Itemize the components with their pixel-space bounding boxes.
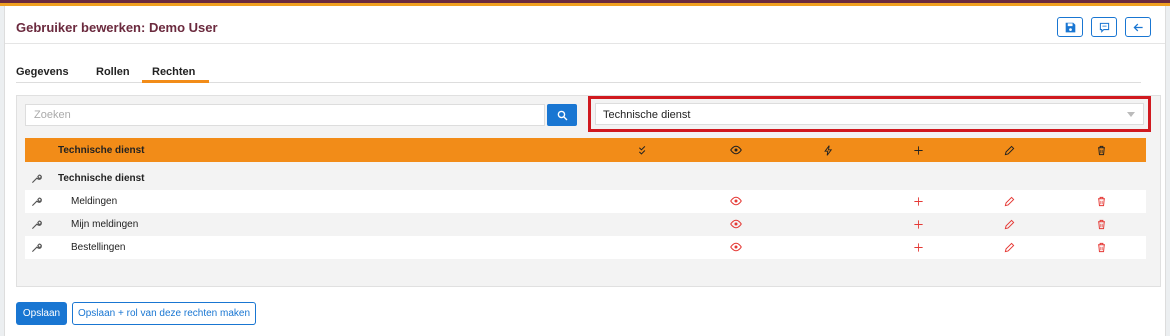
- module-select[interactable]: Technische dienst: [595, 103, 1144, 125]
- eye-icon[interactable]: [730, 218, 742, 230]
- trash-icon[interactable]: [1095, 218, 1107, 230]
- trash-icon[interactable]: [1095, 241, 1107, 253]
- row-label: Bestellingen: [71, 242, 126, 253]
- permissions-panel: Zoeken Technische dienst Technische dien…: [16, 95, 1161, 287]
- trash-icon[interactable]: [1095, 144, 1107, 156]
- back-arrow-icon: [1132, 23, 1143, 31]
- comment-icon: [1099, 22, 1109, 33]
- pencil-icon[interactable]: [1003, 144, 1015, 156]
- card-header: Gebruiker bewerken: Demo User: [5, 6, 1165, 44]
- row-label: Mijn meldingen: [71, 219, 139, 230]
- search-input[interactable]: Zoeken: [25, 104, 545, 126]
- bolt-icon[interactable]: [822, 144, 834, 156]
- pencil-icon[interactable]: [1003, 218, 1015, 230]
- wrench-icon: [30, 218, 42, 230]
- edit-user-card: Gebruiker bewerken: Demo User Gegevens R…: [4, 6, 1166, 336]
- table-header-label: Technische dienst: [58, 145, 145, 156]
- back-header-button[interactable]: [1125, 17, 1151, 37]
- group-label: Technische dienst: [58, 173, 145, 184]
- chevron-down-icon: [1127, 112, 1135, 117]
- page-title: Gebruiker bewerken: Demo User: [16, 20, 218, 35]
- save-icon: [1065, 22, 1075, 32]
- save-button[interactable]: Opslaan: [16, 302, 67, 325]
- pencil-icon[interactable]: [1003, 195, 1015, 207]
- plus-icon[interactable]: [912, 195, 924, 207]
- plus-icon[interactable]: [912, 144, 924, 156]
- module-select-highlight: Technische dienst: [588, 96, 1151, 132]
- eye-icon[interactable]: [730, 241, 742, 253]
- tab-rechten[interactable]: Rechten: [152, 66, 195, 78]
- module-select-value: Technische dienst: [603, 109, 691, 121]
- tab-rollen[interactable]: Rollen: [96, 66, 130, 78]
- table-group-row: Technische dienst: [25, 167, 1146, 190]
- table-row: Mijn meldingen: [25, 213, 1146, 236]
- tab-gegevens[interactable]: Gegevens: [16, 66, 69, 78]
- plus-icon[interactable]: [912, 218, 924, 230]
- trash-icon[interactable]: [1095, 195, 1107, 207]
- comment-header-button[interactable]: [1091, 17, 1117, 37]
- save-and-create-role-button[interactable]: Opslaan + rol van deze rechten maken: [72, 302, 256, 325]
- active-tab-indicator: [142, 80, 209, 83]
- table-row: Meldingen: [25, 190, 1146, 213]
- search-icon: [557, 110, 567, 120]
- search-button[interactable]: [547, 104, 577, 126]
- table-header: Technische dienst: [25, 138, 1146, 162]
- pencil-icon[interactable]: [1003, 241, 1015, 253]
- plus-icon[interactable]: [912, 241, 924, 253]
- eye-icon[interactable]: [730, 195, 742, 207]
- table-row: Bestellingen: [25, 236, 1146, 259]
- tab-bar: Gegevens Rollen Rechten: [16, 62, 1141, 83]
- wrench-icon: [30, 241, 42, 253]
- double-check-icon[interactable]: [637, 144, 649, 156]
- row-label: Meldingen: [71, 196, 118, 207]
- wrench-icon: [30, 172, 42, 184]
- eye-icon[interactable]: [730, 144, 742, 156]
- wrench-icon: [30, 195, 42, 207]
- save-header-button[interactable]: [1057, 17, 1083, 37]
